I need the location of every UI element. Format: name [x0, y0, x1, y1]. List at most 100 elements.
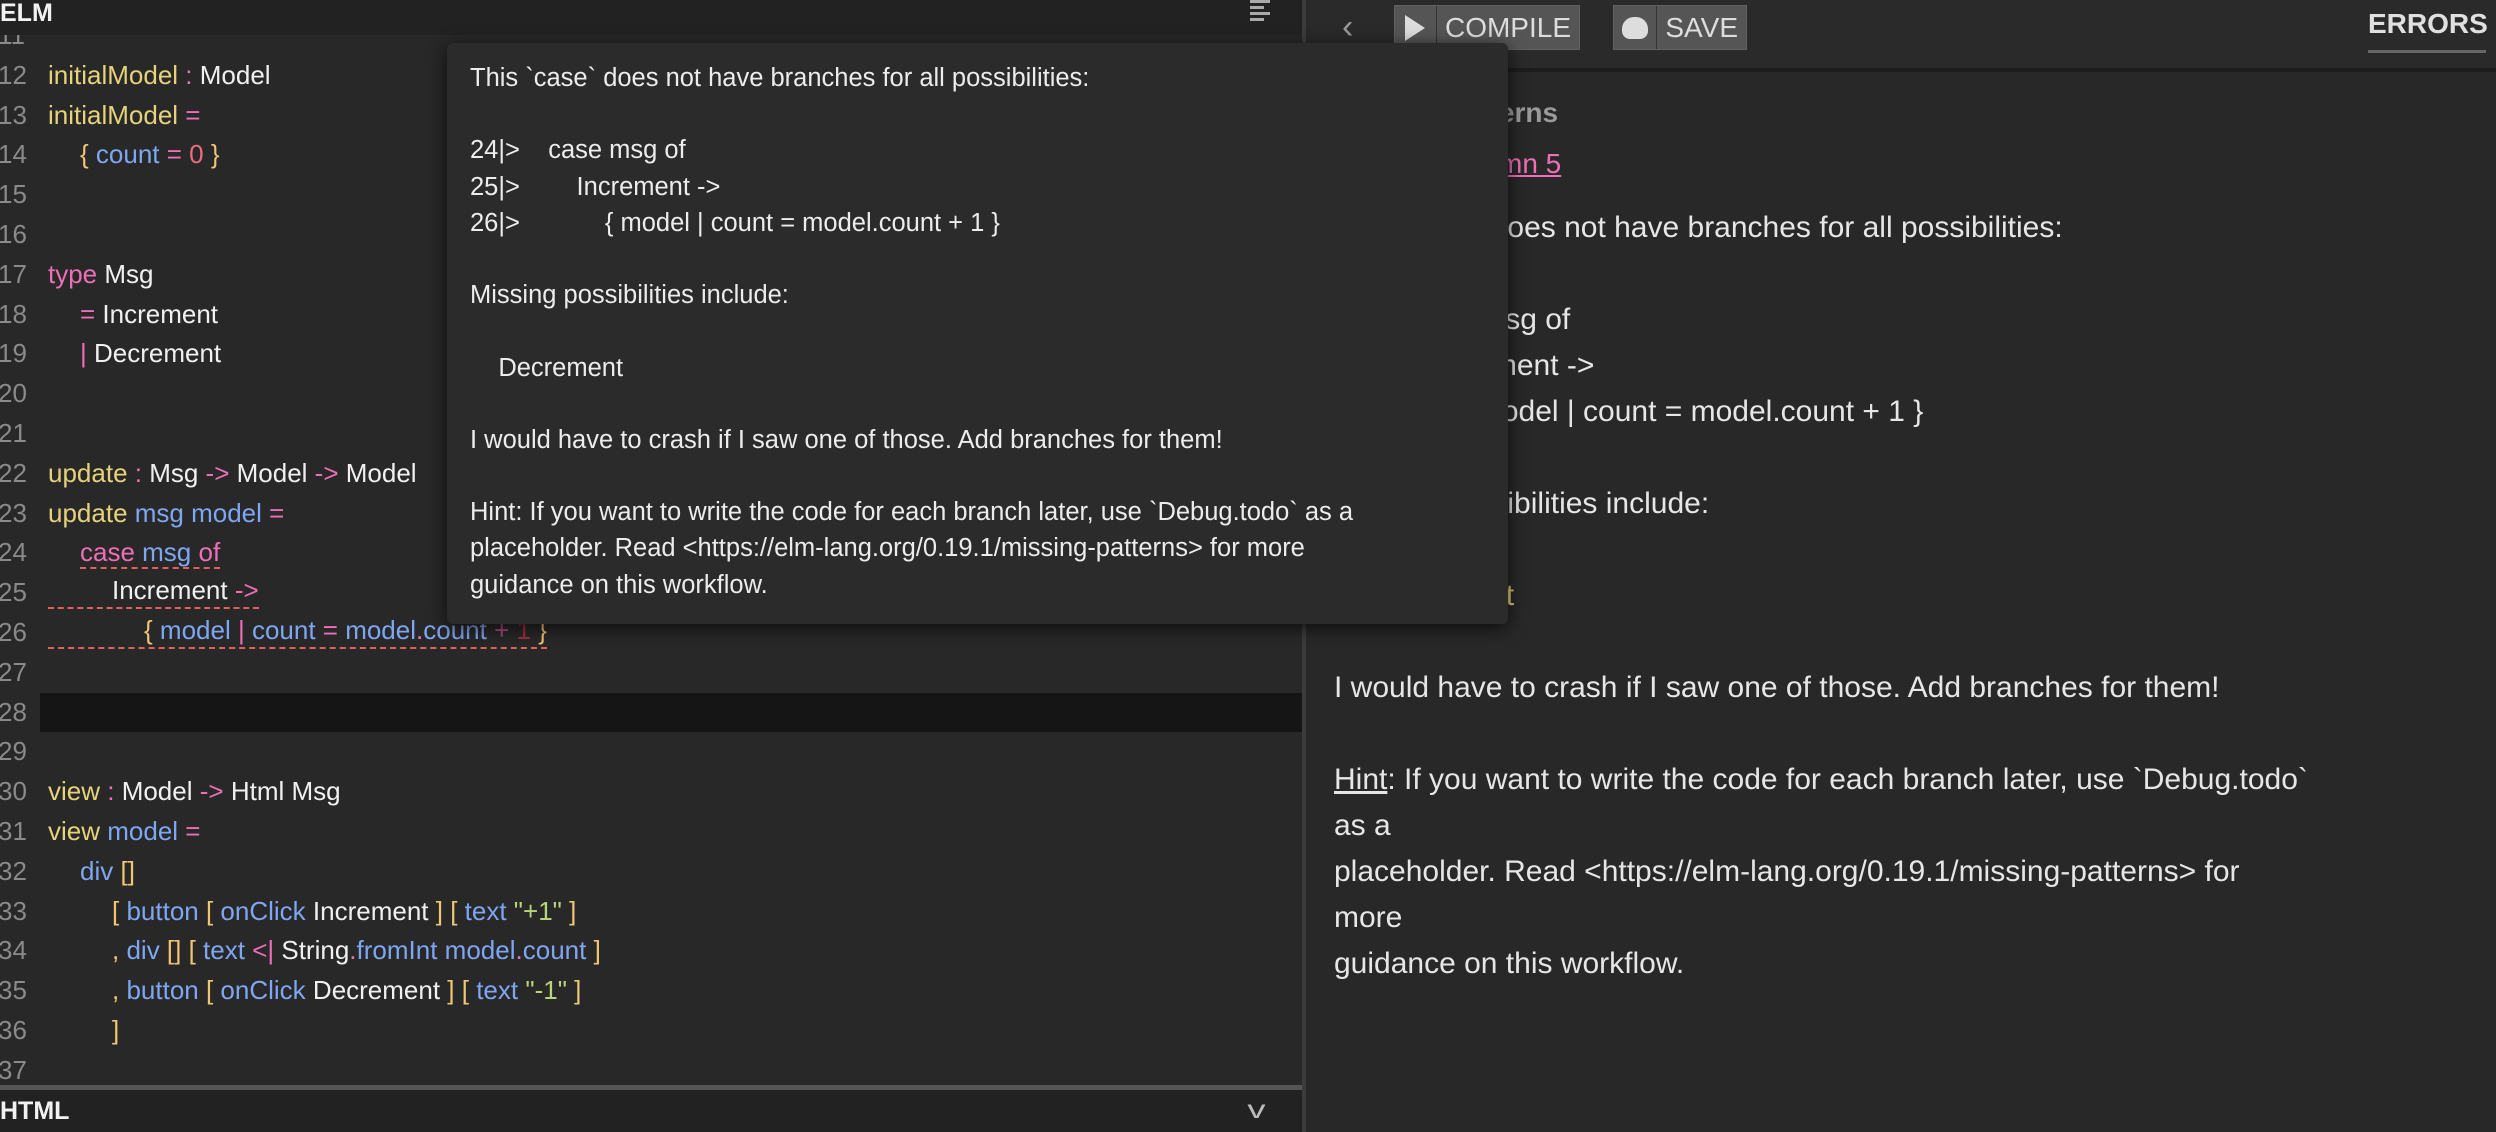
code-token: Increment [112, 575, 228, 606]
line-number: 19 [0, 338, 27, 369]
code-token: model [152, 614, 231, 645]
line-number: 20 [0, 378, 27, 409]
tooltip-line [470, 241, 1353, 277]
line-number: 29 [0, 736, 27, 767]
code-line[interactable]: 30 view : Model -> Html Msg [0, 772, 1302, 812]
code-text: view : Model -> Html Msg [48, 772, 341, 812]
code-token: = [178, 815, 201, 846]
code-token: Decrement [305, 975, 441, 1006]
chevron-down-icon[interactable]: v [1247, 1094, 1265, 1125]
code-token: = [178, 99, 201, 130]
code-token: ] [586, 935, 601, 966]
error-line [1334, 619, 2484, 665]
code-line[interactable]: 34 , div [] [ text <| String.fromInt mode… [0, 931, 1302, 971]
code-token: update [48, 497, 128, 528]
line-number: 31 [0, 815, 27, 846]
code-token: | [80, 338, 87, 369]
line-number: 28 [0, 696, 27, 727]
code-token: Increment [305, 895, 429, 926]
code-text: = Increment [48, 295, 218, 335]
line-number: 25 [0, 577, 27, 608]
line-number: 33 [0, 895, 27, 926]
code-line[interactable]: 33 [ button [ onClick Increment ] [ text … [0, 892, 1302, 932]
save-button[interactable]: SAVE [1613, 5, 1747, 50]
error-text: guidance on this workflow. [1334, 947, 1685, 980]
tooltip-line: Hint: If you want to write the code for … [470, 498, 1354, 527]
code-token: -> [192, 776, 224, 807]
error-text: more [1334, 901, 1403, 934]
code-token: button [119, 975, 199, 1006]
code-token: Msg [141, 457, 199, 488]
code-line[interactable]: 29 [0, 732, 1302, 772]
code-text: view model = [48, 812, 200, 852]
code-line[interactable]: 32 div [] [0, 852, 1302, 892]
code-token: div [80, 855, 114, 886]
code-line[interactable]: 35 , button [ onClick Decrement ] [ text … [0, 971, 1302, 1011]
code-token: view [48, 776, 101, 807]
code-token: Model [114, 776, 193, 807]
code-token: [] [159, 935, 182, 966]
code-token: [ [442, 895, 458, 926]
line-number: 23 [0, 497, 27, 528]
code-text: initialModel = [48, 96, 201, 136]
line-number: 32 [0, 855, 27, 886]
tooltip-line: Decrement [470, 353, 624, 382]
code-token: ] [566, 975, 582, 1006]
code-token: . [349, 935, 357, 966]
chevron-left-icon[interactable]: ‹ [1342, 8, 1353, 47]
line-number: 14 [0, 139, 27, 170]
code-token: msg model [127, 497, 262, 528]
line-number: 34 [0, 935, 27, 966]
code-token: -> [198, 457, 230, 488]
code-text: | Decrement [48, 334, 221, 374]
code-token: update [48, 457, 128, 488]
code-token: count [88, 139, 160, 170]
code-token: view [48, 815, 101, 846]
error-text: placeholder. Read <https://elm-lang.org/… [1334, 855, 2240, 888]
code-token: <| [244, 935, 275, 966]
code-token: } [203, 139, 220, 170]
tooltip-line: Missing possibilities include: [470, 281, 789, 310]
code-token: -> [227, 575, 259, 606]
code-token: model [437, 935, 516, 966]
tab-errors[interactable]: ERRORS [2368, 8, 2488, 53]
code-text: { count = 0 } [48, 135, 220, 175]
code-line[interactable]: 28 [0, 692, 1302, 733]
code-token: model [337, 614, 417, 645]
code-token: { [144, 614, 153, 645]
code-token: -> [307, 457, 339, 488]
code-token: msg [134, 537, 192, 568]
hint-label: Hint [1334, 763, 1388, 796]
tooltip-message: This `case` does not have branches for a… [470, 60, 1353, 603]
code-token: Model [229, 457, 308, 488]
error-line: Hint: If you want to write the code for … [1334, 757, 2484, 803]
code-token: . [515, 935, 523, 966]
line-number: 36 [0, 1014, 27, 1045]
code-text: update : Msg -> Model -> Model [48, 454, 417, 494]
code-line[interactable]: 27 [0, 653, 1302, 693]
html-panel-header[interactable]: HTML v [0, 1090, 1302, 1132]
code-text: [ button [ onClick Increment ] [ text "+… [48, 892, 576, 932]
code-token: text [457, 895, 507, 926]
format-icon[interactable] [1250, 0, 1270, 22]
code-text: update msg model = [48, 494, 284, 534]
tooltip-line [470, 96, 1353, 132]
code-token: [ [198, 975, 214, 1006]
code-line[interactable]: 36] [0, 1011, 1302, 1051]
code-line[interactable]: 31 view model = [0, 812, 1302, 852]
code-text: , div [] [ text <| String.fromInt model.… [48, 931, 601, 971]
code-token: text [468, 975, 519, 1006]
code-line[interactable]: 37 [0, 1051, 1302, 1085]
code-token: text [195, 935, 245, 966]
code-token: 0 [181, 139, 204, 170]
line-number: 11 [0, 35, 25, 50]
code-token: : [127, 457, 142, 488]
cloud-upload-icon [1614, 6, 1658, 49]
code-token: = [80, 298, 96, 329]
error-text: as a [1334, 809, 1391, 842]
code-token: count [244, 614, 316, 645]
tooltip-line [470, 458, 1353, 494]
code-text: , button [ onClick Decrement ] [ text "-… [48, 971, 581, 1011]
error-underline: case msg of [80, 537, 221, 570]
tooltip-line: guidance on this workflow. [470, 570, 768, 599]
